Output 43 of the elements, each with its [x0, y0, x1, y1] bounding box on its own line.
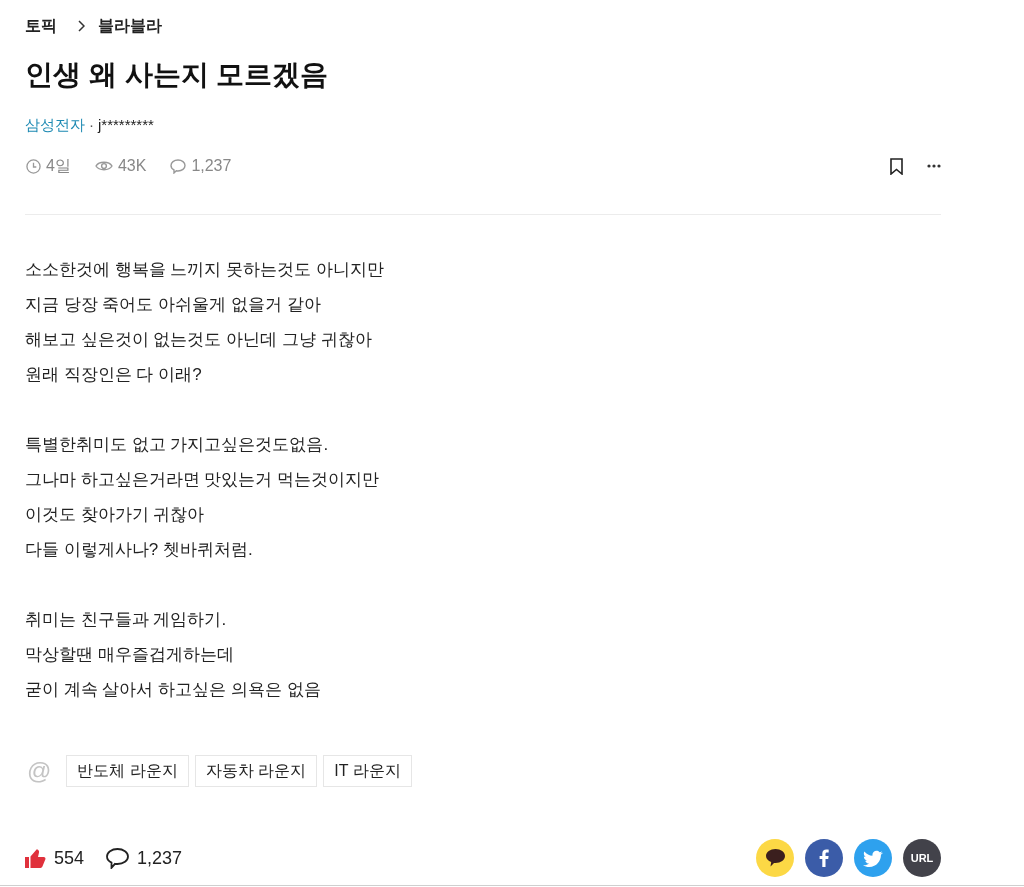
lounge-tag[interactable]: 자동차 라운지	[194, 755, 318, 787]
chat-share-button[interactable]	[756, 839, 794, 877]
facebook-share-button[interactable]	[805, 839, 843, 877]
body-text-line: 소소한것에 행복을 느끼지 못하는것도 아니지만	[25, 259, 385, 281]
url-copy-button[interactable]: URL	[903, 839, 941, 877]
eye-icon	[94, 160, 113, 172]
breadcrumb-link[interactable]: 토픽	[25, 16, 57, 36]
more-icon	[927, 164, 941, 168]
chevron-right-icon	[78, 20, 85, 32]
author-name: j*********	[98, 115, 154, 135]
body-text-line: 다들 이렇게사나? 쳇바퀴처럼.	[25, 539, 254, 561]
speech-bubble-icon	[106, 847, 130, 869]
post-title: 인생 왜 사는지 모르겠음	[25, 58, 330, 92]
lounge-tag[interactable]: IT 라운지	[323, 755, 412, 787]
breadcrumb-link[interactable]: 블라블라	[98, 16, 162, 36]
body-text-line: 원래 직장인은 다 이래?	[25, 364, 203, 386]
body-text-line: 해보고 싶은것이 없는것도 아닌데 그냥 귀찮아	[25, 329, 373, 351]
body-text-line: 특별한취미도 없고 가지고싶은것도없음.	[25, 434, 330, 456]
lounge-tag[interactable]: 반도체 라운지	[66, 755, 189, 787]
letter-f-logo-icon	[819, 849, 829, 867]
bird-icon	[863, 849, 883, 867]
bookmark-icon	[890, 157, 903, 175]
thumbs-up-icon	[25, 848, 46, 868]
body-text-line: 취미는 친구들과 게임하기.	[25, 609, 228, 631]
body-text-line: 굳이 계속 살아서 하고싶은 의욕은 없음	[25, 679, 322, 701]
comments-button[interactable]: 1,237	[106, 847, 183, 869]
twitter-share-button[interactable]	[854, 839, 892, 877]
comment-count: 1,237	[191, 156, 232, 176]
more-options-button[interactable]	[927, 164, 941, 168]
body-text-line: 이것도 찾아가기 귀찮아	[25, 504, 206, 526]
separator-dot: ·	[89, 115, 94, 135]
body-text-line: 그나마 하고싶은거라면 맛있는거 먹는것이지만	[25, 469, 381, 491]
post-age: 4일	[46, 156, 71, 176]
speech-bubble-icon	[170, 158, 187, 174]
speech-bubble-icon	[765, 849, 785, 867]
clock-icon	[26, 158, 41, 174]
view-count: 43K	[117, 156, 147, 176]
body-text-line: 지금 당장 죽어도 아쉬울게 없을거 같아	[25, 294, 322, 316]
body-text-line: 막상할땐 매우즐겁게하는데	[25, 644, 235, 666]
like-button[interactable]: 554	[25, 847, 85, 869]
bookmark-button[interactable]	[890, 157, 903, 175]
company-link[interactable]: 삼성전자	[25, 115, 85, 135]
at-sign: @	[27, 757, 52, 785]
